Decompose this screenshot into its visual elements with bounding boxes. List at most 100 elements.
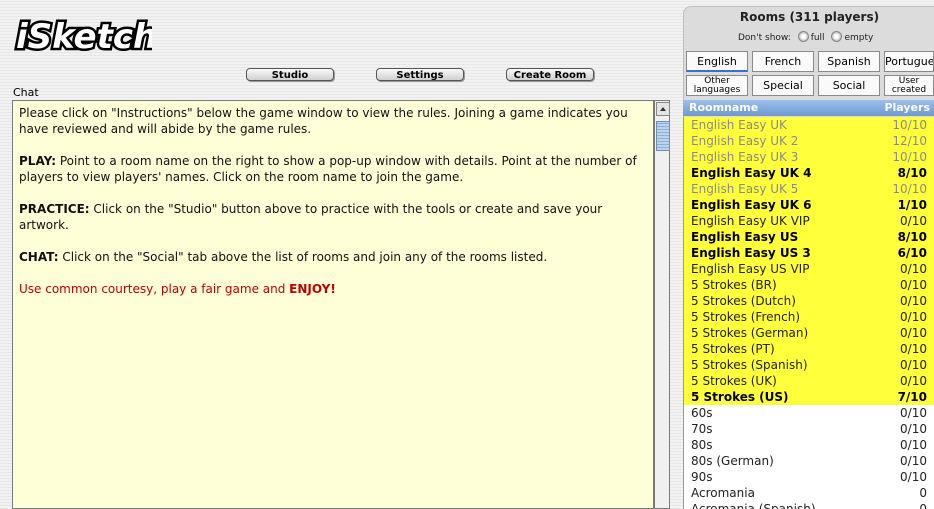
room-name[interactable]: 80s (691, 437, 713, 453)
room-row[interactable]: English Easy US VIP 0/10 (684, 261, 934, 277)
studio-button[interactable]: Studio (246, 68, 334, 81)
room-players[interactable]: 7/10 (898, 389, 927, 405)
room-players[interactable]: 10/10 (892, 149, 927, 165)
chat-play: PLAY: Point to a room name on the right … (19, 153, 647, 185)
empty-radio[interactable] (831, 31, 843, 42)
room-row[interactable]: 5 Strokes (US) 7/10 (684, 389, 934, 405)
room-players[interactable]: 0/10 (900, 309, 927, 325)
room-players[interactable]: 10/10 (892, 117, 927, 133)
room-row[interactable]: English Easy UK 6 1/10 (684, 197, 934, 213)
room-row[interactable]: 5 Strokes (Spanish) 0/10 (684, 357, 934, 373)
room-players[interactable]: 0/10 (900, 293, 927, 309)
dont-show-filter: Don't show: full empty (738, 31, 873, 43)
room-row[interactable]: 70s 0/10 (684, 421, 934, 437)
tab-social[interactable]: Social (818, 75, 880, 96)
room-row[interactable]: Acromania (Spanish) 0 (684, 501, 934, 509)
full-radio[interactable] (797, 31, 809, 42)
room-name[interactable]: English Easy UK 6 (691, 197, 811, 213)
tab-english[interactable]: English (686, 51, 748, 72)
room-row[interactable]: 80s 0/10 (684, 437, 934, 453)
tab-other-languages[interactable]: Other languages (686, 75, 748, 96)
room-name[interactable]: English Easy UK (691, 117, 787, 133)
room-row[interactable]: 5 Strokes (BR) 0/10 (684, 277, 934, 293)
settings-button[interactable]: Settings (376, 68, 464, 81)
scroll-up-arrow[interactable] (656, 102, 670, 116)
room-row[interactable]: Acromania 0 (684, 485, 934, 501)
room-players[interactable]: 0/10 (900, 421, 927, 437)
room-row[interactable]: 5 Strokes (French) 0/10 (684, 309, 934, 325)
room-row[interactable]: English Easy UK 4 8/10 (684, 165, 934, 181)
room-players[interactable]: 0/10 (900, 373, 927, 389)
room-name[interactable]: English Easy UK 4 (691, 165, 811, 181)
chat-area[interactable]: Please click on "Instructions" below the… (12, 100, 654, 509)
room-name[interactable]: English Easy UK VIP (691, 213, 810, 229)
room-players[interactable]: 0/10 (900, 469, 927, 485)
room-name[interactable]: 5 Strokes (PT) (691, 341, 775, 357)
room-name[interactable]: 60s (691, 405, 713, 421)
room-name[interactable]: 5 Strokes (BR) (691, 277, 777, 293)
room-name[interactable]: 70s (691, 421, 713, 437)
room-name[interactable]: 5 Strokes (Dutch) (691, 293, 796, 309)
roomname-column-header[interactable]: Roomname (689, 101, 758, 114)
room-row[interactable]: 90s 0/10 (684, 469, 934, 485)
chat-scrollbar[interactable] (654, 100, 670, 509)
room-row[interactable]: English Easy UK VIP 0/10 (684, 213, 934, 229)
room-name[interactable]: English Easy US (691, 229, 798, 245)
room-name[interactable]: 90s (691, 469, 713, 485)
room-name[interactable]: 5 Strokes (Spanish) (691, 357, 808, 373)
tab-portuguese[interactable]: Portugues (884, 51, 934, 72)
room-row[interactable]: 80s (German) 0/10 (684, 453, 934, 469)
tab-french[interactable]: French (752, 51, 814, 72)
room-list: English Easy UK 10/10 English Easy UK 2 12/… (683, 117, 934, 509)
create-room-button[interactable]: Create Room (506, 68, 594, 81)
tab-special[interactable]: Special (752, 75, 814, 96)
room-players[interactable]: 0/10 (900, 325, 927, 341)
room-name[interactable]: 5 Strokes (US) (691, 389, 789, 405)
room-players[interactable]: 6/10 (898, 245, 927, 261)
room-name[interactable]: English Easy UK 2 (691, 133, 798, 149)
room-name[interactable]: English Easy UK 3 (691, 149, 798, 165)
room-row[interactable]: 5 Strokes (Dutch) 0/10 (684, 293, 934, 309)
room-name[interactable]: 5 Strokes (German) (691, 325, 808, 341)
chat-text: Click on the "Social" tab above the list… (58, 250, 548, 264)
room-players[interactable]: 0/10 (900, 405, 927, 421)
room-players[interactable]: 0/10 (900, 261, 927, 277)
tab-spanish[interactable]: Spanish (818, 51, 880, 72)
scroll-thumb[interactable] (656, 121, 670, 151)
room-players[interactable]: 8/10 (898, 229, 927, 245)
room-row[interactable]: 60s 0/10 (684, 405, 934, 421)
room-row[interactable]: English Easy UK 2 12/10 (684, 133, 934, 149)
room-name[interactable]: 5 Strokes (UK) (691, 373, 777, 389)
room-players[interactable]: 0 (919, 485, 927, 501)
room-players[interactable]: 10/10 (892, 181, 927, 197)
room-name[interactable]: 80s (German) (691, 453, 774, 469)
room-players[interactable]: 0/10 (900, 453, 927, 469)
players-column-header[interactable]: Players (884, 100, 930, 116)
room-row[interactable]: English Easy UK 3 10/10 (684, 149, 934, 165)
room-players[interactable]: 12/10 (892, 133, 927, 149)
room-players[interactable]: 0/10 (900, 213, 927, 229)
room-row[interactable]: 5 Strokes (PT) 0/10 (684, 341, 934, 357)
room-name[interactable]: English Easy US VIP (691, 261, 809, 277)
room-players[interactable]: 0/10 (900, 277, 927, 293)
room-name[interactable]: English Easy US 3 (691, 245, 811, 261)
room-name[interactable]: Acromania (691, 485, 755, 501)
isketch-logo: iSketch (14, 15, 153, 59)
room-players[interactable]: 0 (919, 501, 927, 509)
room-name[interactable]: Acromania (Spanish) (691, 501, 816, 509)
room-row[interactable]: English Easy US 8/10 (684, 229, 934, 245)
room-row[interactable]: 5 Strokes (German) 0/10 (684, 325, 934, 341)
room-players[interactable]: 1/10 (898, 197, 927, 213)
room-row[interactable]: 5 Strokes (UK) 0/10 (684, 373, 934, 389)
room-row[interactable]: English Easy UK 10/10 (684, 117, 934, 133)
room-players[interactable]: 0/10 (900, 357, 927, 373)
room-name[interactable]: English Easy UK 5 (691, 181, 798, 197)
room-players[interactable]: 8/10 (898, 165, 927, 181)
room-row[interactable]: English Easy UK 5 10/10 (684, 181, 934, 197)
room-name[interactable]: 5 Strokes (French) (691, 309, 800, 325)
room-row[interactable]: English Easy US 3 6/10 (684, 245, 934, 261)
room-players[interactable]: 0/10 (900, 341, 927, 357)
tab-user-created[interactable]: User created (884, 75, 934, 96)
up-arrow-icon (660, 107, 666, 111)
room-players[interactable]: 0/10 (900, 437, 927, 453)
